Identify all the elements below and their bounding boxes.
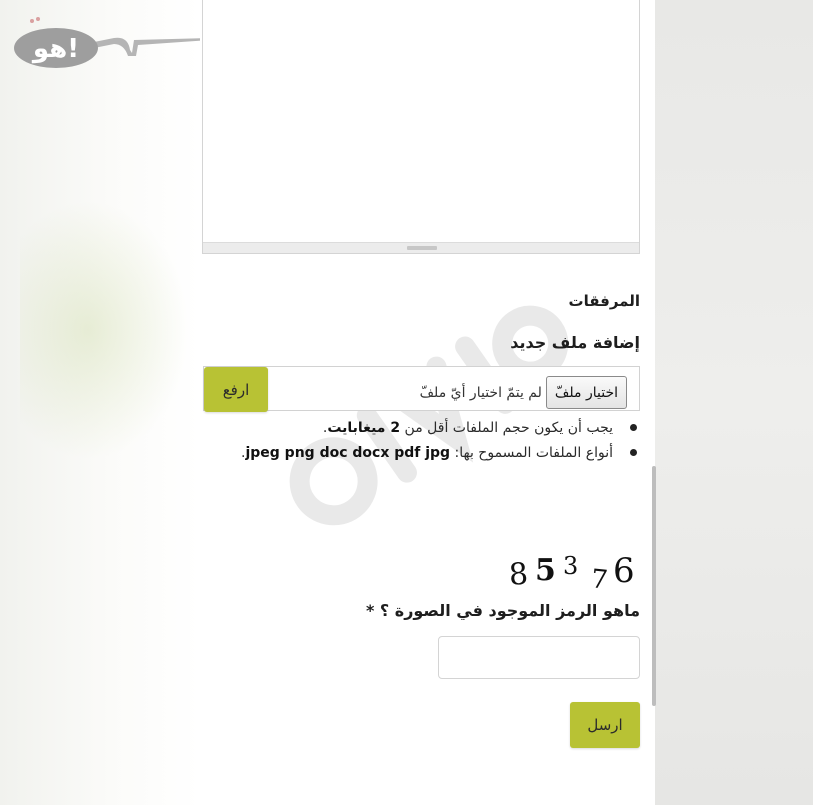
resize-grip-icon[interactable]: [407, 246, 437, 250]
captcha-image: 8 5 3 7 6: [508, 551, 635, 592]
logo-text: هو!: [31, 34, 79, 64]
upload-button[interactable]: ارفع: [204, 367, 268, 412]
attachments-heading: المرفقات: [568, 292, 640, 310]
page-background-right: [655, 0, 813, 805]
site-logo[interactable]: هو!: [6, 12, 214, 68]
send-button[interactable]: ارسل: [570, 702, 640, 748]
size-limit: 2 ميغابايت: [327, 420, 401, 436]
captcha-digit: 3: [563, 552, 578, 580]
scrollbar[interactable]: [652, 466, 656, 706]
captcha-input[interactable]: [438, 636, 640, 679]
choose-file-button[interactable]: اختيار ملفّ: [545, 376, 627, 409]
captcha-digit: 5: [535, 553, 556, 588]
file-upload-row: ارفع اختيار ملفّ لم يتمّ اختيار أيّ ملفّ: [203, 366, 640, 412]
no-file-chosen-text: لم يتمّ اختيار أيّ ملفّ: [419, 384, 542, 401]
rule-types: أنواع الملفات المسموح بها: jpeg png doc …: [213, 441, 637, 466]
textarea-resize-bar[interactable]: [203, 242, 639, 253]
captcha-digit: 6: [613, 551, 635, 591]
form-panel: المرفقات إضافة ملف جديد ارفع اختيار ملفّ…: [200, 0, 655, 805]
add-file-heading: إضافة ملف جديد: [510, 333, 640, 352]
message-textarea[interactable]: [202, 0, 640, 254]
page-background-left: [0, 0, 200, 805]
upload-rules-list: يجب أن يكون حجم الملفات أقل من 2 ميغاباي…: [213, 416, 637, 466]
captcha-digit: 7: [589, 564, 609, 592]
allowed-types: jpeg png doc docx pdf jpg: [245, 445, 451, 461]
rule-size: يجب أن يكون حجم الملفات أقل من 2 ميغاباي…: [213, 416, 637, 441]
captcha-digit: 8: [508, 557, 529, 592]
captcha-question: ماهو الرمز الموجود في الصورة ؟ *: [365, 601, 640, 620]
file-input[interactable]: اختيار ملفّ لم يتمّ اختيار أيّ ملفّ: [420, 376, 627, 409]
